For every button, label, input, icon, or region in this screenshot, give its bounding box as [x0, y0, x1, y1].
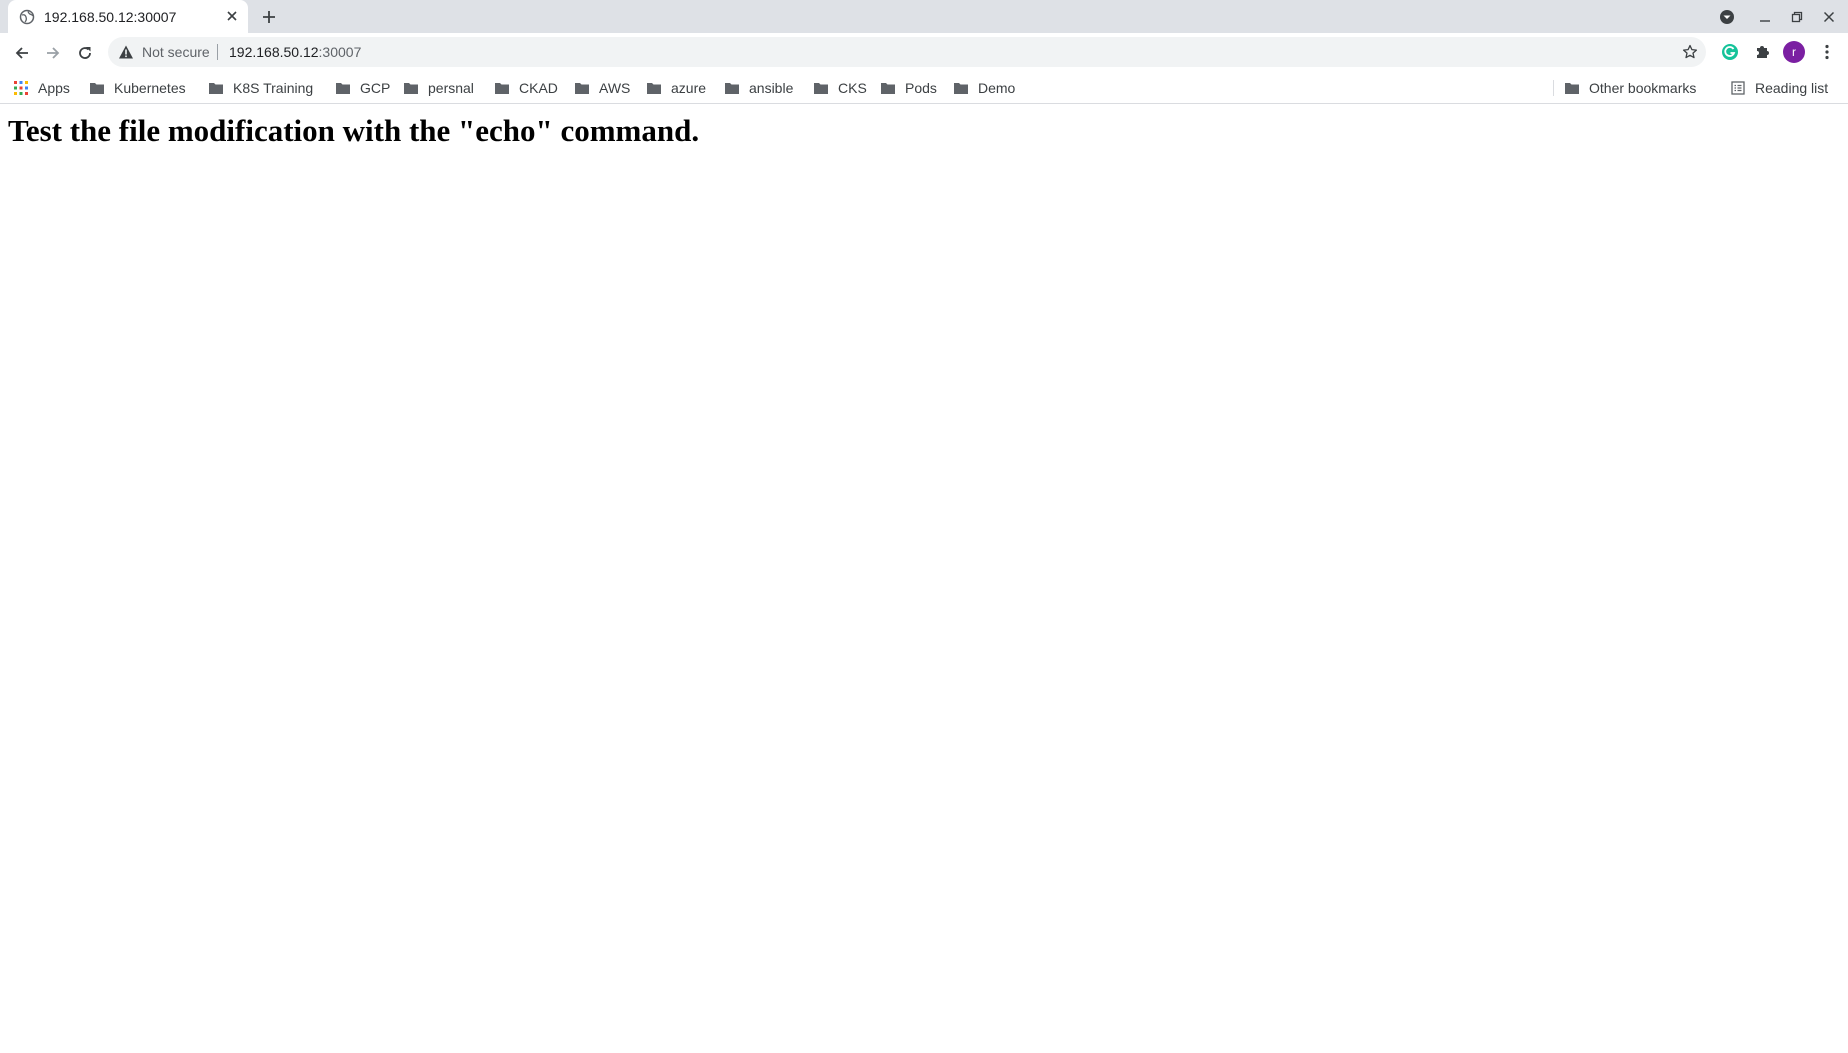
folder-icon: [814, 83, 828, 94]
extensions-button[interactable]: [1752, 42, 1772, 62]
bookmark-cks[interactable]: CKS: [814, 78, 867, 98]
close-icon: [1823, 11, 1835, 23]
bookmark-label: GCP: [360, 80, 391, 96]
bookmark-ansible[interactable]: ansible: [725, 78, 793, 98]
page-content: Test the file modification with the "ech…: [0, 104, 1848, 1053]
tab-close-icon[interactable]: [224, 8, 240, 24]
restore-icon: [1791, 11, 1803, 23]
bookmark-label: CKAD: [519, 80, 558, 96]
bookmark-label: Kubernetes: [114, 80, 186, 96]
bookmark-label: AWS: [599, 80, 631, 96]
bookmark-kubernetes[interactable]: Kubernetes: [90, 78, 186, 98]
omnibox-divider: [217, 44, 218, 60]
back-button[interactable]: [10, 41, 34, 65]
bookmark-label: CKS: [838, 80, 867, 96]
tab-title: 192.168.50.12:30007: [44, 9, 177, 25]
folder-icon: [90, 83, 104, 94]
other-bookmarks[interactable]: Other bookmarks: [1565, 78, 1696, 98]
tab-search-button[interactable]: [1717, 7, 1737, 27]
bookmarks-bar: Apps Kubernetes K8S Training GCP persnal…: [0, 71, 1848, 104]
apps-grid-icon: [14, 81, 28, 95]
folder-icon: [1565, 83, 1579, 94]
folder-icon: [404, 83, 418, 94]
bookmark-label: azure: [671, 80, 707, 96]
bookmarks-divider: [1553, 80, 1554, 96]
bookmark-aws[interactable]: AWS: [575, 78, 630, 98]
bookmark-label: K8S Training: [233, 80, 314, 96]
browser-toolbar: Not secure 192.168.50.12:30007 r: [0, 33, 1848, 71]
security-status[interactable]: Not secure: [142, 44, 210, 60]
new-tab-button[interactable]: [259, 7, 279, 27]
url-text[interactable]: 192.168.50.12:30007: [229, 44, 361, 60]
bookmark-label: ansible: [749, 80, 794, 96]
active-tab[interactable]: 192.168.50.12:30007: [8, 0, 248, 33]
url-port: :30007: [318, 44, 362, 60]
folder-icon: [954, 83, 968, 94]
bookmark-label: persnal: [428, 80, 474, 96]
globe-icon: [19, 9, 35, 25]
address-bar[interactable]: Not secure 192.168.50.12:30007: [108, 37, 1706, 67]
other-bookmarks-label: Other bookmarks: [1589, 80, 1697, 96]
minimize-button[interactable]: [1755, 7, 1775, 27]
folder-icon: [647, 83, 661, 94]
url-host: 192.168.50.12: [229, 44, 319, 60]
folder-icon: [575, 83, 589, 94]
menu-button[interactable]: [1817, 42, 1837, 62]
profile-avatar[interactable]: r: [1783, 41, 1805, 63]
bookmark-gcp[interactable]: GCP: [336, 78, 390, 98]
bookmark-pods[interactable]: Pods: [881, 78, 937, 98]
bookmark-demo[interactable]: Demo: [954, 78, 1015, 98]
reading-list[interactable]: Reading list: [1731, 78, 1828, 98]
folder-icon: [336, 83, 350, 94]
warning-icon[interactable]: [118, 44, 134, 60]
reading-list-icon: [1731, 81, 1745, 95]
reading-list-label: Reading list: [1755, 80, 1829, 96]
arrow-right-icon: [47, 47, 60, 59]
reload-icon: [79, 47, 91, 59]
folder-icon: [881, 83, 895, 94]
bookmark-apps[interactable]: Apps: [14, 78, 70, 98]
bookmark-label: Pods: [905, 80, 937, 96]
bookmark-label: Apps: [38, 80, 70, 96]
puzzle-icon: [1757, 46, 1769, 58]
bookmark-label: Demo: [978, 80, 1016, 96]
bookmark-persnal[interactable]: persnal: [404, 78, 474, 98]
restore-button[interactable]: [1787, 7, 1807, 27]
folder-icon: [725, 83, 739, 94]
page-heading: Test the file modification with the "ech…: [8, 113, 700, 148]
minimize-icon: [1760, 20, 1770, 22]
grammarly-icon: [1722, 44, 1738, 60]
bookmark-ckad[interactable]: CKAD: [495, 78, 558, 98]
chevron-down-circle-icon: [1720, 10, 1734, 24]
bookmark-star-icon[interactable]: [1682, 44, 1698, 60]
tab-strip: 192.168.50.12:30007: [0, 0, 1848, 33]
grammarly-extension-button[interactable]: [1720, 42, 1740, 62]
bookmark-k8s-training[interactable]: K8S Training: [209, 78, 313, 98]
plus-icon: [263, 11, 275, 23]
folder-icon: [495, 83, 509, 94]
more-vertical-icon: [1825, 44, 1829, 60]
arrow-left-icon: [15, 47, 28, 59]
forward-button[interactable]: [41, 41, 65, 65]
folder-icon: [209, 83, 223, 94]
close-window-button[interactable]: [1819, 7, 1839, 27]
bookmark-azure[interactable]: azure: [647, 78, 706, 98]
reload-button[interactable]: [73, 41, 97, 65]
